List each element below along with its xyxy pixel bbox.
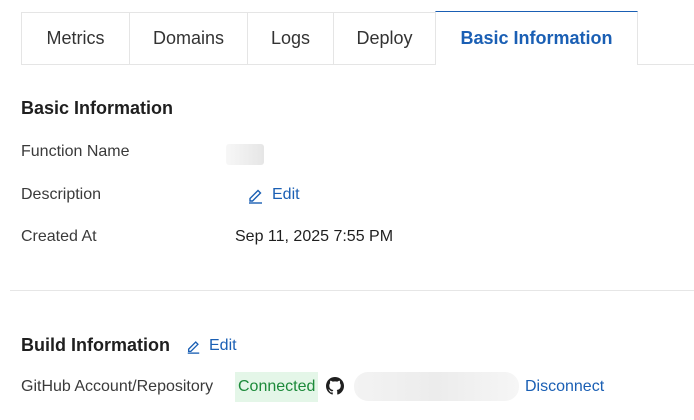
pencil-edit-icon — [186, 339, 201, 354]
tab-deploy[interactable]: Deploy — [333, 12, 436, 64]
tab-domains[interactable]: Domains — [129, 12, 248, 64]
basic-information-title: Basic Information — [21, 98, 174, 118]
connection-status-badge: Connected — [235, 372, 319, 402]
tab-bar: Metrics Domains Logs Deploy Basic Inform… — [21, 11, 694, 65]
github-icon — [326, 377, 344, 395]
created-at-label: Created At — [21, 228, 97, 245]
repository-name-redacted — [354, 372, 519, 401]
tab-logs[interactable]: Logs — [247, 12, 334, 64]
description-edit-button[interactable]: Edit — [247, 186, 300, 204]
pencil-edit-icon — [247, 187, 264, 204]
function-name-value-redacted — [226, 144, 264, 165]
created-at-value: Sep 11, 2025 7:55 PM — [235, 228, 394, 245]
section-divider — [10, 290, 694, 291]
build-edit-button[interactable]: Edit — [186, 337, 237, 355]
description-label: Description — [21, 186, 102, 203]
description-edit-label: Edit — [272, 186, 300, 203]
build-edit-label: Edit — [209, 337, 237, 354]
disconnect-button[interactable]: Disconnect — [525, 378, 604, 396]
github-repository-label: GitHub Account/Repository — [21, 378, 214, 395]
function-name-label: Function Name — [21, 143, 130, 160]
tab-metrics[interactable]: Metrics — [21, 12, 130, 64]
tab-basic-information[interactable]: Basic Information — [435, 11, 638, 65]
build-information-title: Build Information — [21, 335, 170, 355]
